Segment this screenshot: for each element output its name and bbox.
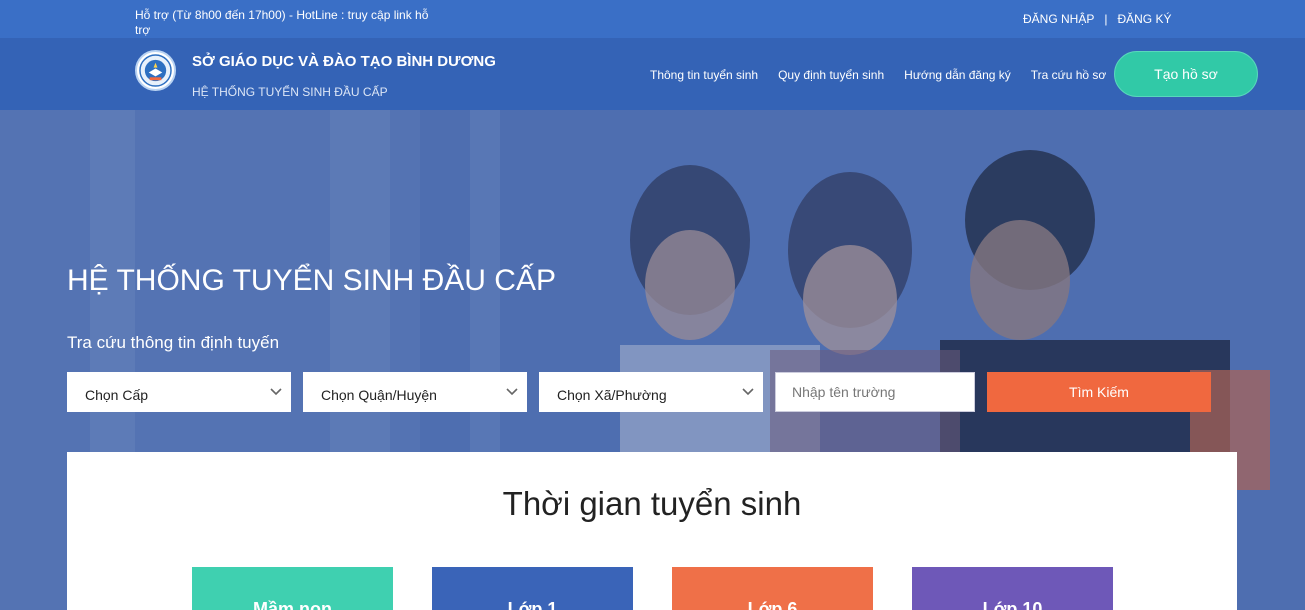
select-xa-phuong[interactable]: Chọn Xã/Phường — [539, 372, 763, 412]
select-cap[interactable]: Chọn Cấp — [67, 372, 291, 412]
search-button[interactable]: Tìm Kiếm — [987, 372, 1211, 412]
nav-quy-dinh-tuyen-sinh[interactable]: Quy định tuyển sinh — [778, 68, 884, 82]
auth-separator: | — [1104, 12, 1108, 26]
card-lop-1[interactable]: Lớp 1 — [432, 567, 633, 610]
chevron-down-icon — [506, 388, 518, 396]
create-profile-button[interactable]: Tạo hồ sơ — [1114, 51, 1258, 97]
card-lop-6[interactable]: Lớp 6 — [672, 567, 873, 610]
main-nav: Thông tin tuyển sinh Quy định tuyển sinh… — [650, 68, 1126, 82]
section-title: Thời gian tuyển sinh — [502, 485, 802, 522]
nav-tra-cuu-ho-so[interactable]: Tra cứu hồ sơ — [1031, 68, 1106, 82]
hero-subtitle: Tra cứu thông tin định tuyến — [67, 333, 280, 352]
card-mam-non[interactable]: Mầm non — [192, 567, 393, 610]
login-link[interactable]: ĐĂNG NHẬP — [1023, 12, 1094, 26]
select-quan-huyen-label: Chọn Quận/Huyện — [321, 387, 437, 403]
site-header: SỞ GIÁO DỤC VÀ ĐÀO TẠO BÌNH DƯƠNG HỆ THỐ… — [0, 38, 1305, 110]
top-support-bar: Hỗ trợ (Từ 8h00 đến 17h00) - HotLine : t… — [0, 0, 1305, 38]
brand-subtitle: HỆ THỐNG TUYỂN SINH ĐẦU CẤP — [192, 85, 388, 99]
support-hotline-text: Hỗ trợ (Từ 8h00 đến 17h00) - HotLine : t… — [135, 8, 429, 37]
hero-title: HỆ THỐNG TUYỂN SINH ĐẦU CẤP — [67, 264, 556, 297]
auth-links: ĐĂNG NHẬP | ĐĂNG KÝ — [1023, 12, 1171, 26]
chevron-down-icon — [742, 388, 754, 396]
nav-huong-dan-dang-ky[interactable]: Hướng dẫn đăng ký — [904, 68, 1011, 82]
admission-time-section: Thời gian tuyển sinh Mầm non Lớp 1 Lớp 6… — [67, 452, 1237, 610]
school-name-search-input[interactable] — [775, 372, 975, 412]
select-xa-phuong-label: Chọn Xã/Phường — [557, 387, 667, 403]
select-cap-label: Chọn Cấp — [85, 387, 149, 403]
register-link[interactable]: ĐĂNG KÝ — [1117, 12, 1171, 26]
nav-thong-tin-tuyen-sinh[interactable]: Thông tin tuyển sinh — [650, 68, 758, 82]
card-lop-10[interactable]: Lớp 10 — [912, 567, 1113, 610]
brand-title[interactable]: SỞ GIÁO DỤC VÀ ĐÀO TẠO BÌNH DƯƠNG — [192, 53, 496, 70]
select-quan-huyen[interactable]: Chọn Quận/Huyện — [303, 372, 527, 412]
logo-icon[interactable] — [135, 50, 176, 91]
chevron-down-icon — [270, 388, 282, 396]
